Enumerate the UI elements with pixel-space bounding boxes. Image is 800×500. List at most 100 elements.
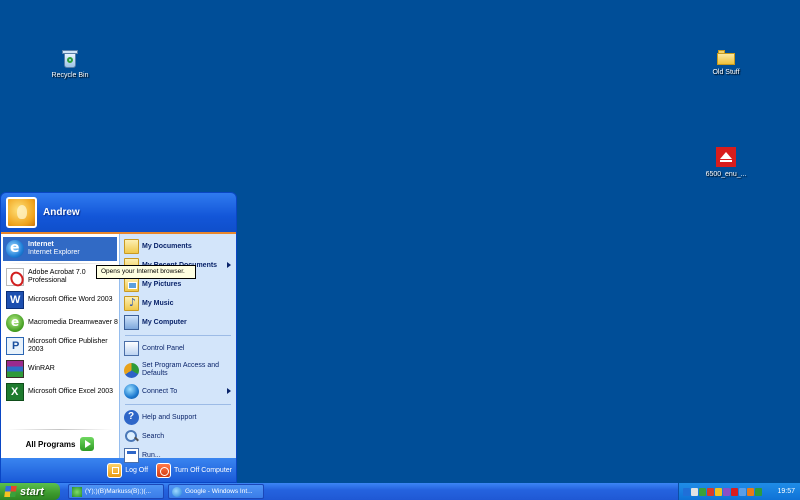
tray-app-icon[interactable]	[707, 487, 714, 496]
separator	[125, 404, 231, 405]
folder-icon	[717, 50, 735, 65]
pinned-item-internet[interactable]: InternetInternet Explorer	[3, 237, 117, 261]
tray-app-icon[interactable]	[699, 487, 706, 496]
user-name: Andrew	[43, 207, 80, 218]
music-folder-icon	[124, 296, 139, 311]
program-label: Microsoft Office Excel 2003	[28, 388, 114, 395]
taskbar-button-google[interactable]: Google - Windows Int...	[168, 484, 264, 499]
clock[interactable]: 19:57	[777, 488, 795, 495]
tray-app-icon[interactable]	[715, 487, 722, 496]
program-label: WinRAR	[28, 365, 55, 372]
separator	[7, 429, 113, 430]
start-menu: Andrew InternetInternet Explorer Adobe A…	[0, 192, 237, 483]
separator	[125, 335, 231, 336]
volume-icon[interactable]	[691, 487, 698, 496]
pinned-item-subtitle: Internet Explorer	[28, 249, 80, 256]
tool-label: Run...	[142, 451, 161, 459]
windows-logo-icon	[4, 486, 17, 497]
log-off-label: Log Off	[125, 466, 149, 474]
log-off-icon	[107, 462, 123, 478]
search-icon	[124, 429, 139, 444]
control-panel-icon	[124, 341, 139, 356]
program-label: Microsoft Office Word 2003	[28, 296, 113, 303]
system-control-panel[interactable]: Control Panel	[120, 339, 236, 358]
tool-search[interactable]: Search	[120, 427, 236, 446]
program-label-line1: Microsoft Office Publisher	[28, 338, 108, 345]
task-label: (Y);)(B)Markuss(B);)(...	[85, 488, 152, 495]
system-label-line2: Defaults	[142, 370, 168, 377]
tooltip: Opens your Internet browser.	[96, 265, 196, 279]
separator	[7, 263, 113, 264]
tool-label: Search	[142, 432, 165, 440]
tray-app-icon[interactable]	[755, 487, 762, 496]
place-my-documents[interactable]: My Documents	[120, 237, 236, 256]
program-item-publisher[interactable]: Microsoft Office Publisher2003	[1, 335, 119, 357]
word-icon	[6, 291, 24, 309]
computer-icon	[124, 315, 139, 330]
desktop-icon-label: Old Stuff	[712, 69, 740, 76]
place-label: My Documents	[142, 242, 192, 250]
program-item-word[interactable]: Microsoft Office Word 2003	[1, 289, 119, 311]
acrobat-icon	[6, 268, 24, 286]
desktop-icon-old-stuff[interactable]: Old Stuff	[691, 50, 761, 76]
program-item-excel[interactable]: Microsoft Office Excel 2003	[1, 381, 119, 403]
desktop: Recycle Bin Old Stuff 6500_enu_... Andre…	[0, 0, 800, 483]
start-button[interactable]: start	[0, 483, 60, 500]
tray-app-icon[interactable]	[731, 487, 738, 496]
pictures-folder-icon	[124, 277, 139, 292]
recycle-bin-icon	[62, 50, 78, 68]
system-set-program-access[interactable]: Set Program Access and Defaults	[120, 358, 236, 382]
place-my-computer[interactable]: My Computer	[120, 313, 236, 332]
place-label: My Pictures	[142, 280, 182, 288]
turn-off-label: Turn Off Computer	[174, 466, 232, 474]
power-icon	[156, 462, 172, 478]
adobe-installer-icon	[716, 147, 736, 167]
system-label: Connect To	[142, 387, 178, 395]
internet-explorer-icon	[6, 240, 24, 258]
taskbar-button-messenger[interactable]: (Y);)(B)Markuss(B);)(...	[68, 484, 164, 499]
tool-label: Help and Support	[142, 413, 197, 421]
program-item-dreamweaver[interactable]: Macromedia Dreamweaver 8	[1, 312, 119, 334]
start-menu-header: Andrew	[1, 193, 236, 234]
program-item-winrar[interactable]: WinRAR	[1, 358, 119, 380]
dreamweaver-icon	[6, 314, 24, 332]
system-label-line1: Set Program Access and	[142, 362, 220, 369]
system-connect-to[interactable]: Connect To	[120, 382, 236, 401]
place-label: My Music	[142, 299, 174, 307]
tray-app-icon[interactable]	[723, 487, 730, 496]
task-label: Google - Windows Int...	[185, 488, 253, 495]
program-label-line2: Professional	[28, 277, 67, 284]
place-my-music[interactable]: My Music	[120, 294, 236, 313]
system-tray: 19:57	[678, 483, 800, 500]
winrar-icon	[6, 360, 24, 378]
arrow-right-icon	[80, 437, 95, 451]
desktop-icon-6500-enu[interactable]: 6500_enu_...	[691, 147, 761, 178]
desktop-icon-label: Recycle Bin	[51, 72, 89, 79]
desktop-icon-label: 6500_enu_...	[705, 171, 747, 178]
system-label: Control Panel	[142, 344, 185, 352]
all-programs-button[interactable]: All Programs	[1, 432, 119, 456]
network-icon[interactable]	[683, 487, 690, 496]
user-avatar[interactable]	[6, 197, 37, 228]
messenger-icon	[72, 486, 82, 497]
run-icon	[124, 448, 139, 463]
publisher-icon	[6, 337, 24, 355]
globe-icon	[124, 384, 139, 399]
program-access-icon	[124, 362, 139, 378]
place-label: My Computer	[142, 318, 187, 326]
tool-help-and-support[interactable]: Help and Support	[120, 408, 236, 427]
submenu-arrow-icon	[227, 388, 231, 394]
help-icon	[124, 410, 139, 425]
program-label-line2: 2003	[28, 346, 44, 353]
excel-icon	[6, 383, 24, 401]
tray-app-icon[interactable]	[747, 487, 754, 496]
desktop-icon-recycle-bin[interactable]: Recycle Bin	[35, 50, 105, 79]
folder-icon	[124, 239, 139, 254]
program-label: Macromedia Dreamweaver 8	[28, 319, 118, 326]
program-label-line1: Adobe Acrobat 7.0	[28, 269, 86, 276]
all-programs-label: All Programs	[25, 439, 76, 449]
tool-run[interactable]: Run...	[120, 446, 236, 465]
internet-explorer-icon	[172, 486, 182, 497]
start-label: start	[20, 485, 44, 498]
tray-app-icon[interactable]	[739, 487, 746, 496]
